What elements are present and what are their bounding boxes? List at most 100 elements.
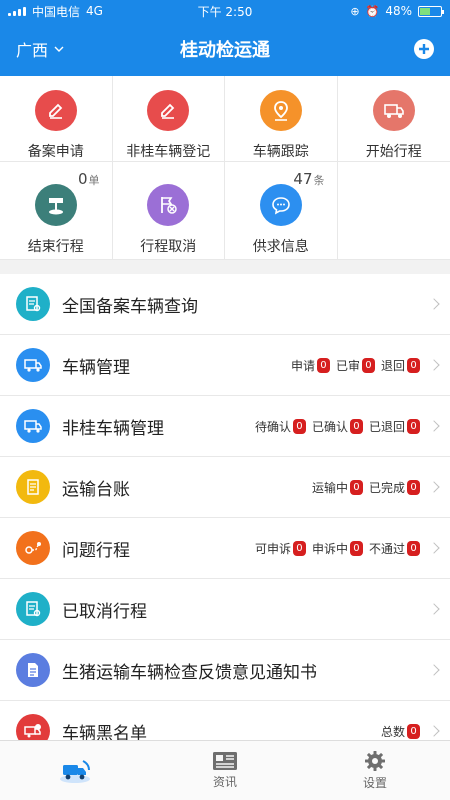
- pencil-icon: [34, 90, 77, 131]
- grid-empty-cell: [337, 162, 450, 260]
- count-badge: 0: [407, 479, 420, 495]
- nav-bar: 广西 桂动检运通: [0, 22, 450, 76]
- home-truck-icon: [60, 759, 90, 783]
- app-header: 中国电信 4G 下午 2:50 ⊕ ⏰ 48% 广西 桂动检运通: [0, 0, 450, 76]
- alarm-icon: ⏰: [365, 4, 380, 18]
- list-item-transport-ledger[interactable]: 运输台账 运输中 0 已完成 0: [0, 457, 450, 518]
- list-item-label: 全国备案车辆查询: [62, 296, 198, 317]
- plus-icon: [419, 44, 429, 54]
- battery-icon: [418, 5, 444, 17]
- grid-item-label: 行程取消: [140, 239, 197, 255]
- gear-icon: [365, 751, 385, 771]
- truck-gear-icon: [16, 409, 50, 443]
- list-item-label: 问题行程: [62, 540, 130, 561]
- tab-label: 设置: [362, 776, 387, 790]
- grid-item-label: 车辆跟踪: [252, 144, 309, 160]
- list-item-vehicle-blacklist[interactable]: 车辆黑名单 总数 0: [0, 701, 450, 740]
- grid-item-vehicle-tracking[interactable]: 车辆跟踪: [225, 76, 338, 162]
- count-badge: 0: [349, 479, 363, 495]
- page-title: 桂动检运通: [180, 40, 270, 61]
- blacklist-truck-icon: [16, 714, 50, 740]
- status-bar: 中国电信 4G 下午 2:50 ⊕ ⏰ 48%: [0, 0, 450, 22]
- badge-label: 待确认: [254, 419, 291, 434]
- count-badge: 0: [292, 540, 306, 556]
- truck-icon: [372, 90, 415, 131]
- grid-item-label: 供求信息: [252, 239, 309, 255]
- battery-percent: 48%: [385, 4, 412, 18]
- news-icon: [213, 752, 237, 770]
- document-search-icon: [16, 287, 50, 321]
- count-badge: 0: [316, 357, 330, 373]
- grid-item-end-trip[interactable]: 0单 结束行程: [0, 162, 113, 260]
- chevron-right-icon: [428, 725, 440, 737]
- badge-label: 申请: [290, 358, 315, 373]
- add-button[interactable]: [414, 39, 434, 59]
- count-badge: 0: [292, 418, 306, 434]
- tab-bar: 资讯 设置: [0, 740, 450, 800]
- chevron-right-icon: [428, 664, 440, 676]
- chevron-right-icon: [428, 359, 440, 371]
- badge-label: 已退回: [368, 419, 405, 434]
- count-badge: 0: [407, 540, 420, 556]
- badge-label: 退回: [380, 358, 405, 373]
- list-item-label: 车辆黑名单: [62, 723, 147, 741]
- pencil-icon: [147, 90, 190, 131]
- grid-item-non-gx-register[interactable]: 非桂车辆登记: [112, 76, 225, 162]
- chevron-right-icon: [428, 298, 440, 310]
- document-cancel-icon: [16, 592, 50, 626]
- chevron-down-icon: [54, 46, 64, 52]
- truck-gear-icon: [16, 348, 50, 382]
- list-item-vehicle-management[interactable]: 车辆管理 申请 0 已审 0 退回 0: [0, 335, 450, 396]
- badge-label: 运输中: [311, 480, 348, 495]
- count-badge: 0: [349, 540, 363, 556]
- end-trip-count: 0单: [77, 170, 100, 188]
- grid-item-label: 非桂车辆登记: [126, 144, 211, 160]
- chevron-right-icon: [428, 481, 440, 493]
- signpost-icon: [34, 184, 77, 226]
- region-label: 广西: [16, 41, 49, 60]
- function-grid: 备案申请 非桂车辆登记 车辆跟踪 开始行程 0单 结束行程 行程取消 47条 供…: [0, 76, 450, 260]
- list-item-label: 已取消行程: [62, 601, 147, 622]
- flag-cancel-icon: [147, 184, 190, 226]
- badge-label: 已完成: [368, 480, 405, 495]
- region-selector[interactable]: 广西: [16, 37, 64, 61]
- carrier-name: 中国电信: [32, 4, 81, 19]
- badge-label: 不通过: [368, 541, 405, 556]
- grid-item-trip-cancel[interactable]: 行程取消: [112, 162, 225, 260]
- grid-item-label: 结束行程: [27, 239, 84, 255]
- ledger-icon: [16, 470, 50, 504]
- signal-icon: [8, 6, 26, 16]
- list-item-inspection-notice[interactable]: 生猪运输车辆检查反馈意见通知书: [0, 640, 450, 701]
- grid-item-label: 开始行程: [365, 144, 422, 160]
- menu-list: 全国备案车辆查询 车辆管理 申请 0 已审 0 退回 0 非桂车辆管理 待确认 0 已确…: [0, 274, 450, 740]
- badge-label: 申诉中: [311, 541, 348, 556]
- count-badge: 0: [407, 723, 420, 739]
- list-item-cancelled-trips[interactable]: 已取消行程: [0, 579, 450, 640]
- list-item-label: 非桂车辆管理: [62, 418, 164, 439]
- tab-home[interactable]: [0, 741, 150, 800]
- chevron-right-icon: [428, 603, 440, 615]
- problem-route-icon: [16, 531, 50, 565]
- tab-news[interactable]: 资讯: [150, 741, 300, 800]
- list-item-problem-trips[interactable]: 问题行程 可申诉 0 申诉中 0 不通过 0: [0, 518, 450, 579]
- list-item-national-vehicle-query[interactable]: 全国备案车辆查询: [0, 274, 450, 335]
- chevron-right-icon: [428, 420, 440, 432]
- grid-item-start-trip[interactable]: 开始行程: [337, 76, 450, 162]
- badge-label: 可申诉: [254, 541, 291, 556]
- tab-label: 资讯: [212, 775, 237, 789]
- tab-settings[interactable]: 设置: [300, 741, 450, 800]
- list-item-label: 车辆管理: [62, 357, 130, 378]
- count-badge: 0: [407, 418, 420, 434]
- count-badge: 0: [407, 357, 420, 373]
- grid-item-supply-demand[interactable]: 47条 供求信息: [225, 162, 338, 260]
- count-badge: 0: [349, 418, 363, 434]
- grid-item-filing-apply[interactable]: 备案申请: [0, 76, 113, 162]
- rotation-lock-icon: ⊕: [350, 4, 360, 18]
- list-item-non-gx-vehicle-management[interactable]: 非桂车辆管理 待确认 0 已确认 0 已退回 0: [0, 396, 450, 457]
- badge-label: 已审: [335, 358, 360, 373]
- location-pin-icon: [259, 90, 302, 131]
- grid-item-label: 备案申请: [27, 144, 84, 160]
- list-item-label: 生猪运输车辆检查反馈意见通知书: [62, 662, 317, 683]
- supply-demand-count: 47条: [293, 170, 325, 188]
- network-type: 4G: [86, 4, 103, 18]
